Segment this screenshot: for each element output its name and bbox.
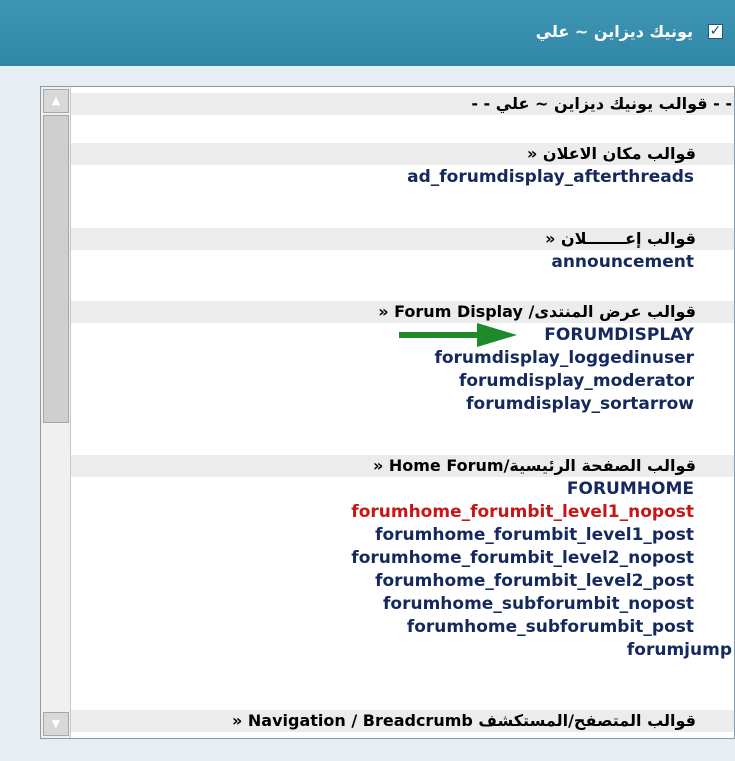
list-item[interactable]: forumhome_forumbit_level2_post [71, 570, 734, 592]
triangle-up-icon: ▲ [51, 94, 61, 107]
scroll-down-button[interactable]: ▼ [43, 712, 69, 736]
triangle-down-icon: ▼ [51, 717, 61, 730]
group-heading-announcement[interactable]: قوالب إعـــــــلان « [71, 228, 734, 250]
header-title: يونيك ديزاين ~ علي [535, 22, 693, 41]
list-item[interactable]: forumdisplay_moderator [71, 370, 734, 392]
list-item[interactable]: ad_forumdisplay_afterthreads [71, 166, 734, 188]
list-item[interactable]: forumhome_forumbit_level2_nopost [71, 547, 734, 569]
list-item[interactable]: forumjump [71, 639, 734, 661]
list-item[interactable]: forumhome_subforumbit_nopost [71, 593, 734, 615]
list-item[interactable]: announcement [71, 251, 734, 273]
group-heading-forum-display[interactable]: قوالب عرض المنتدى/ Forum Display « [71, 301, 734, 323]
template-list-box[interactable]: ▲ ▼ - - قوالب يونيك ديزاين ~ علي - - قوا… [40, 86, 735, 739]
scroll-thumb[interactable] [43, 115, 69, 423]
list-item[interactable]: forumhome_forumbit_level1_post [71, 524, 734, 546]
header-checkbox[interactable]: ✓ [708, 24, 723, 39]
group-heading-ads[interactable]: قوالب مكان الاعلان « [71, 143, 734, 165]
list-item[interactable]: FORUMHOME [71, 478, 734, 500]
list-content: - - قوالب يونيك ديزاين ~ علي - - قوالب م… [71, 87, 734, 738]
group-heading-navigation[interactable]: قوالب المتصفح/المستكشف Navigation / Brea… [71, 710, 734, 732]
list-item[interactable]: forumhome_subforumbit_post [71, 616, 734, 638]
group-heading-unique-design[interactable]: - - قوالب يونيك ديزاين ~ علي - - [71, 93, 734, 115]
list-item[interactable]: forumdisplay_loggedinuser [71, 347, 734, 369]
list-item[interactable]: forumdisplay_sortarrow [71, 393, 734, 415]
scroll-up-button[interactable]: ▲ [43, 89, 69, 113]
group-heading-forum-home[interactable]: قوالب الصفحة الرئيسية/Home Forum « [71, 455, 734, 477]
window-header: ✓ يونيك ديزاين ~ علي [0, 0, 735, 66]
green-arrow-right-icon [399, 323, 517, 347]
list-item-highlighted[interactable]: forumhome_forumbit_level1_nopost [71, 501, 734, 523]
vertical-scrollbar[interactable]: ▲ ▼ [41, 87, 71, 738]
